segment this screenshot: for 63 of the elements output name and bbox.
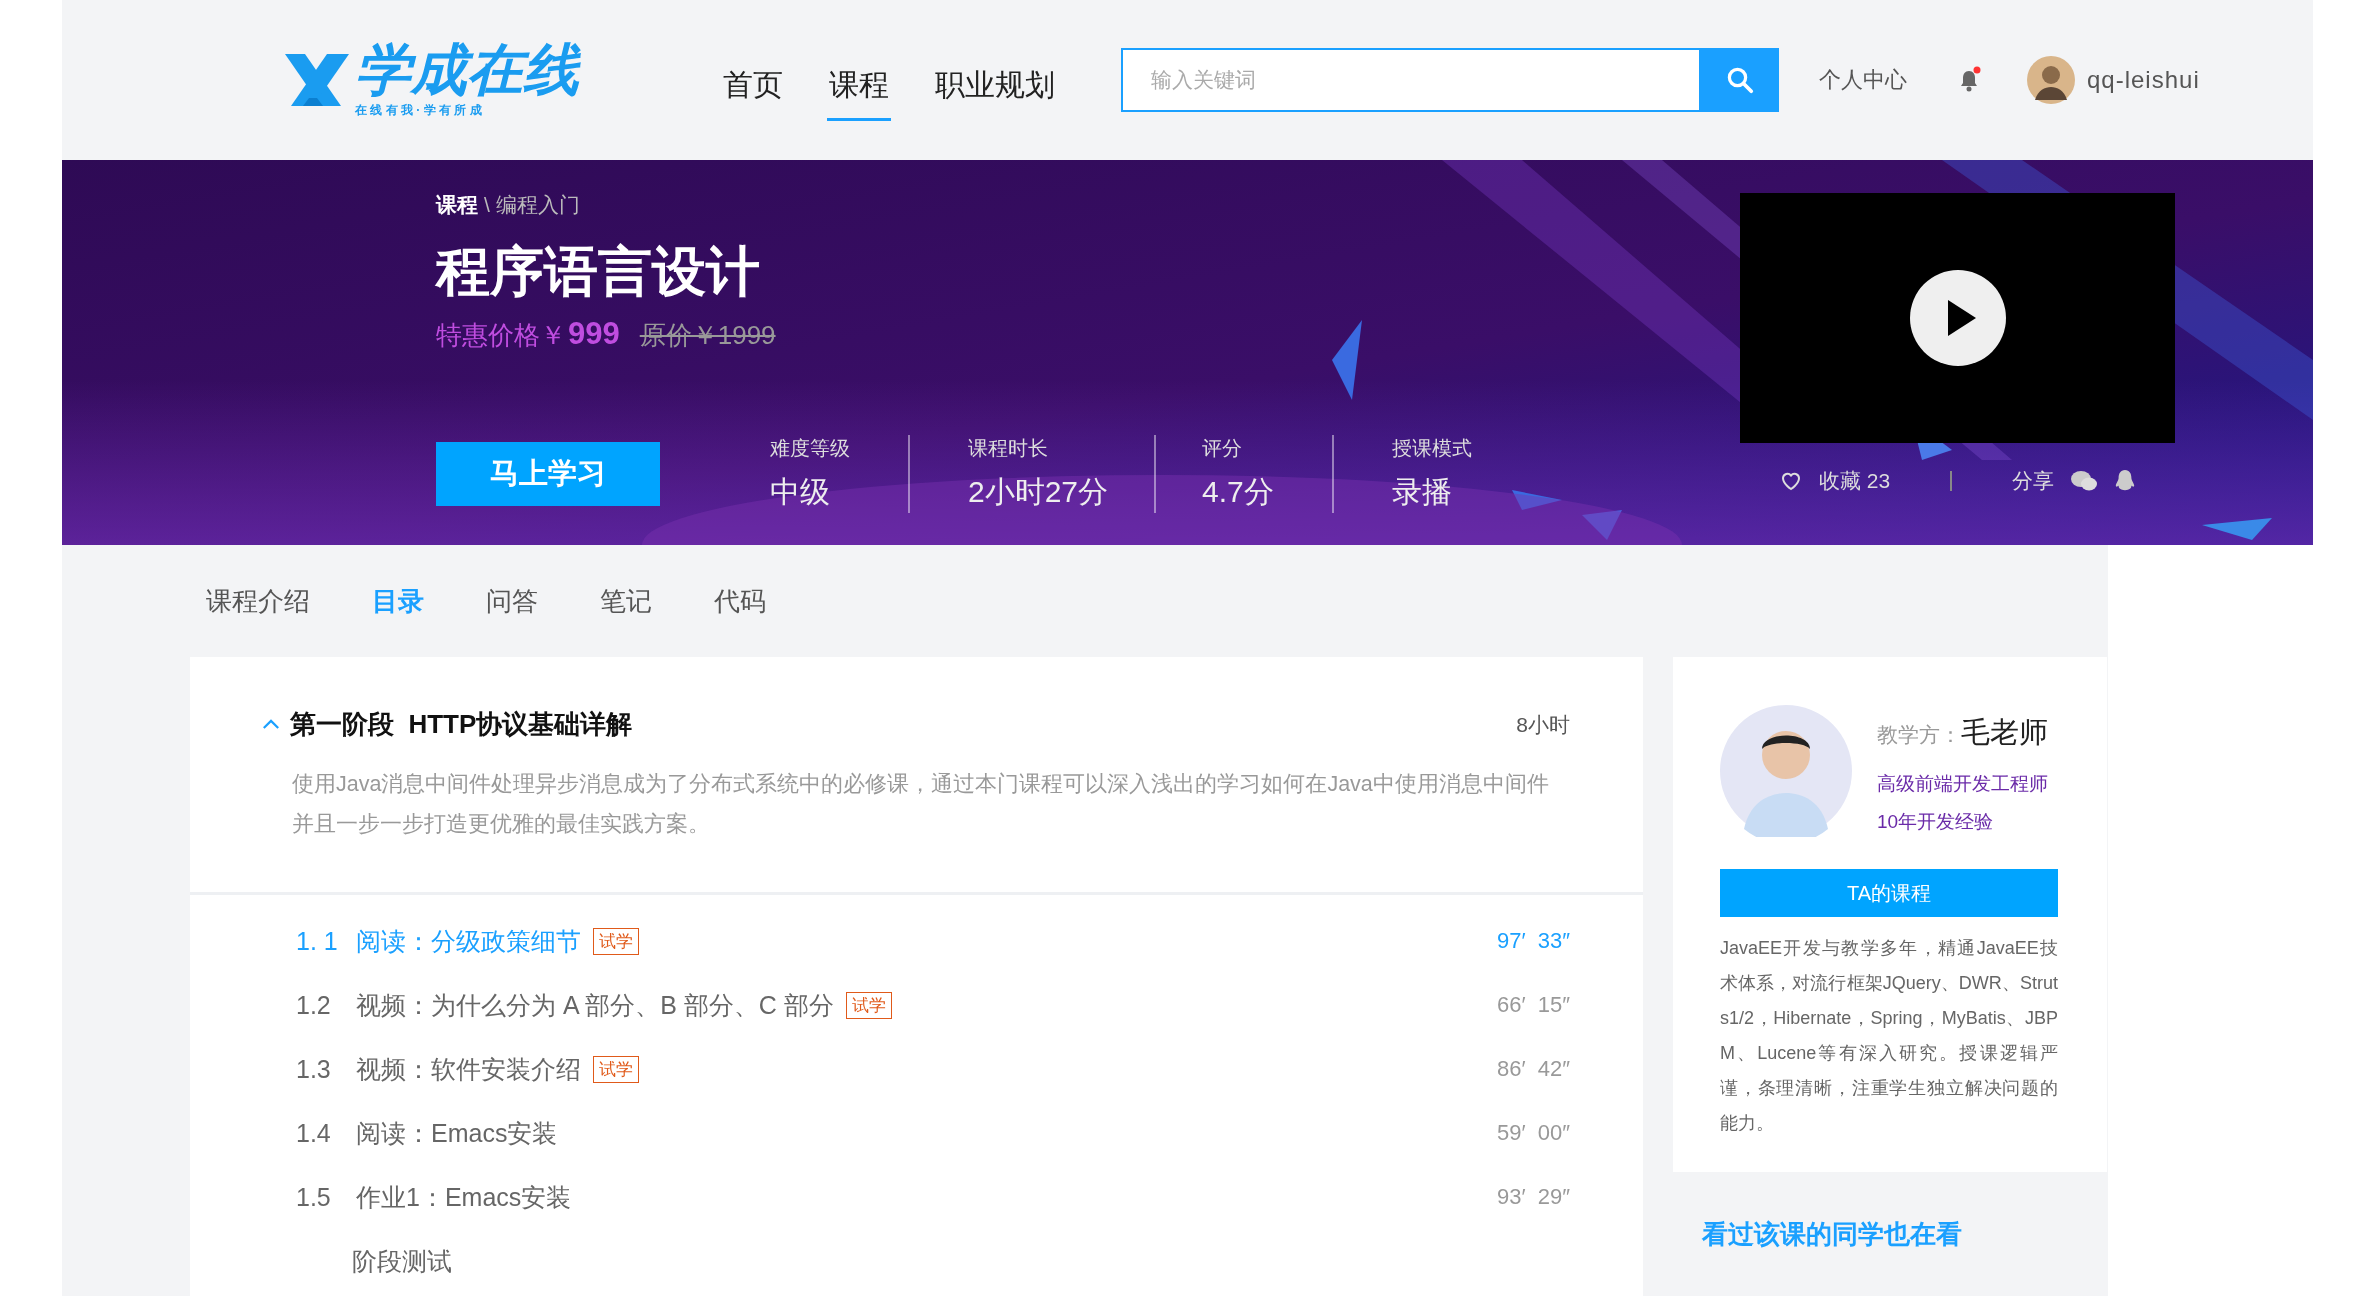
teacher-name: 毛老师 (1961, 715, 2048, 750)
tab[interactable]: 代码 (714, 583, 766, 619)
lesson-link[interactable]: 作业1：Emacs安装 (356, 1180, 572, 1214)
trial-tag: 试学 (593, 927, 639, 955)
search-button[interactable] (1701, 48, 1779, 112)
user-avatar[interactable] (2027, 56, 2075, 104)
lesson-duration: 86′ 42″ (1496, 1056, 1570, 1082)
tab[interactable]: 问答 (486, 583, 538, 619)
user-center-link[interactable]: 个人中心 (1819, 65, 1907, 95)
lesson-link[interactable]: 视频：软件安装介绍 (356, 1052, 581, 1086)
stat-value: 2小时27分 (968, 474, 1109, 510)
stage-test-link[interactable]: 阶段测试 (352, 1244, 452, 1278)
favorite-count[interactable]: 收藏 23 (1818, 467, 1891, 495)
chat-bubbles-icon[interactable] (2070, 469, 2099, 493)
tab[interactable]: 笔记 (600, 583, 652, 619)
breadcrumb-separator: \ (484, 193, 490, 217)
lesson-duration: 59′ 00″ (1496, 1120, 1570, 1146)
teacher-bio: JavaEE开发与教学多年，精通JavaEE技术体系，对流行框架JQuery、DWR、Struts1/2，Hibernate，Spring，MyBatis、JBPM、Lucene等有深入研究。授课逻辑严谨，条理清晰，注重学生独立解决问题的能力。 (1720, 937, 2058, 1135)
search-field[interactable]: 输入关键词 (1121, 48, 1701, 112)
chapter-duration: 8小时 (1516, 711, 1570, 738)
teacher-title: 高级前端开发工程师 (1877, 772, 2048, 796)
course-title: 程序语言设计 (436, 240, 761, 303)
stat-value: 录播 (1391, 474, 1453, 510)
stat-label: 评分 (1202, 436, 1244, 461)
lesson-number: 1.2 (296, 990, 332, 1020)
original-price: 原价￥1999 (639, 319, 776, 352)
stat-value: 4.7分 (1202, 474, 1274, 510)
stat-label: 课程时长 (968, 436, 1049, 461)
lesson-number: 1. 1 (296, 926, 339, 956)
tab[interactable]: 课程介绍 (206, 583, 310, 619)
breadcrumb-link[interactable]: 课程 (436, 191, 478, 219)
lesson-link[interactable]: 阅读：Emacs安装 (356, 1116, 558, 1150)
lesson-number: 1.4 (296, 1118, 332, 1148)
lesson-number: 1.3 (296, 1054, 332, 1084)
stat-label: 授课模式 (1391, 436, 1472, 461)
lesson-duration: 66′ 15″ (1496, 992, 1570, 1018)
caret-icon[interactable] (262, 719, 280, 730)
teacher-title: 10年开发经验 (1877, 810, 1995, 834)
stat-label: 难度等级 (770, 436, 850, 461)
lesson-duration: 97′ 33″ (1496, 928, 1570, 954)
video-player[interactable] (1740, 193, 2175, 443)
teacher-label: 教学方： (1877, 722, 1961, 748)
nav-link[interactable]: 首页 (723, 51, 783, 121)
logo-name: 学成在线 (355, 41, 579, 98)
lesson-duration: 93′ 29″ (1496, 1184, 1570, 1210)
related-heading: 看过该课的同学也在看 (1702, 1217, 1962, 1251)
chapter-title[interactable]: 第一阶段 HTTP协议基础详解 (290, 707, 633, 742)
trial-tag: 试学 (593, 1055, 639, 1083)
search-icon (1725, 65, 1755, 95)
nav-link[interactable]: 职业规划 (935, 51, 1055, 121)
trial-tag: 试学 (845, 991, 892, 1019)
play-button[interactable] (1909, 270, 2006, 366)
stat-value: 中级 (770, 474, 831, 510)
sale-price: 特惠价格￥999 (436, 316, 620, 353)
nav-link[interactable]: 课程 (827, 51, 891, 121)
lesson-link[interactable]: 视频：为什么分为 A 部分、B 部分、C 部分 (356, 988, 834, 1022)
penguin-icon[interactable] (2114, 469, 2137, 493)
username[interactable]: qq-leishui (2087, 66, 2200, 94)
breadcrumb-link[interactable]: 编程入门 (495, 191, 580, 219)
lesson-number: 1.5 (296, 1182, 332, 1212)
chapter-description: 使用Java消息中间件处理异步消息成为了分布式系统中的必修课，通过本门课程可以深入浅出的学习如何在Java中使用消息中间件并且一步一步打造更优雅的最佳实践方案。 (292, 771, 1550, 838)
share-label: 分享 (2012, 468, 2055, 494)
logo-tagline: 在 线 有 我 · 学 有 所 成 (355, 101, 483, 119)
